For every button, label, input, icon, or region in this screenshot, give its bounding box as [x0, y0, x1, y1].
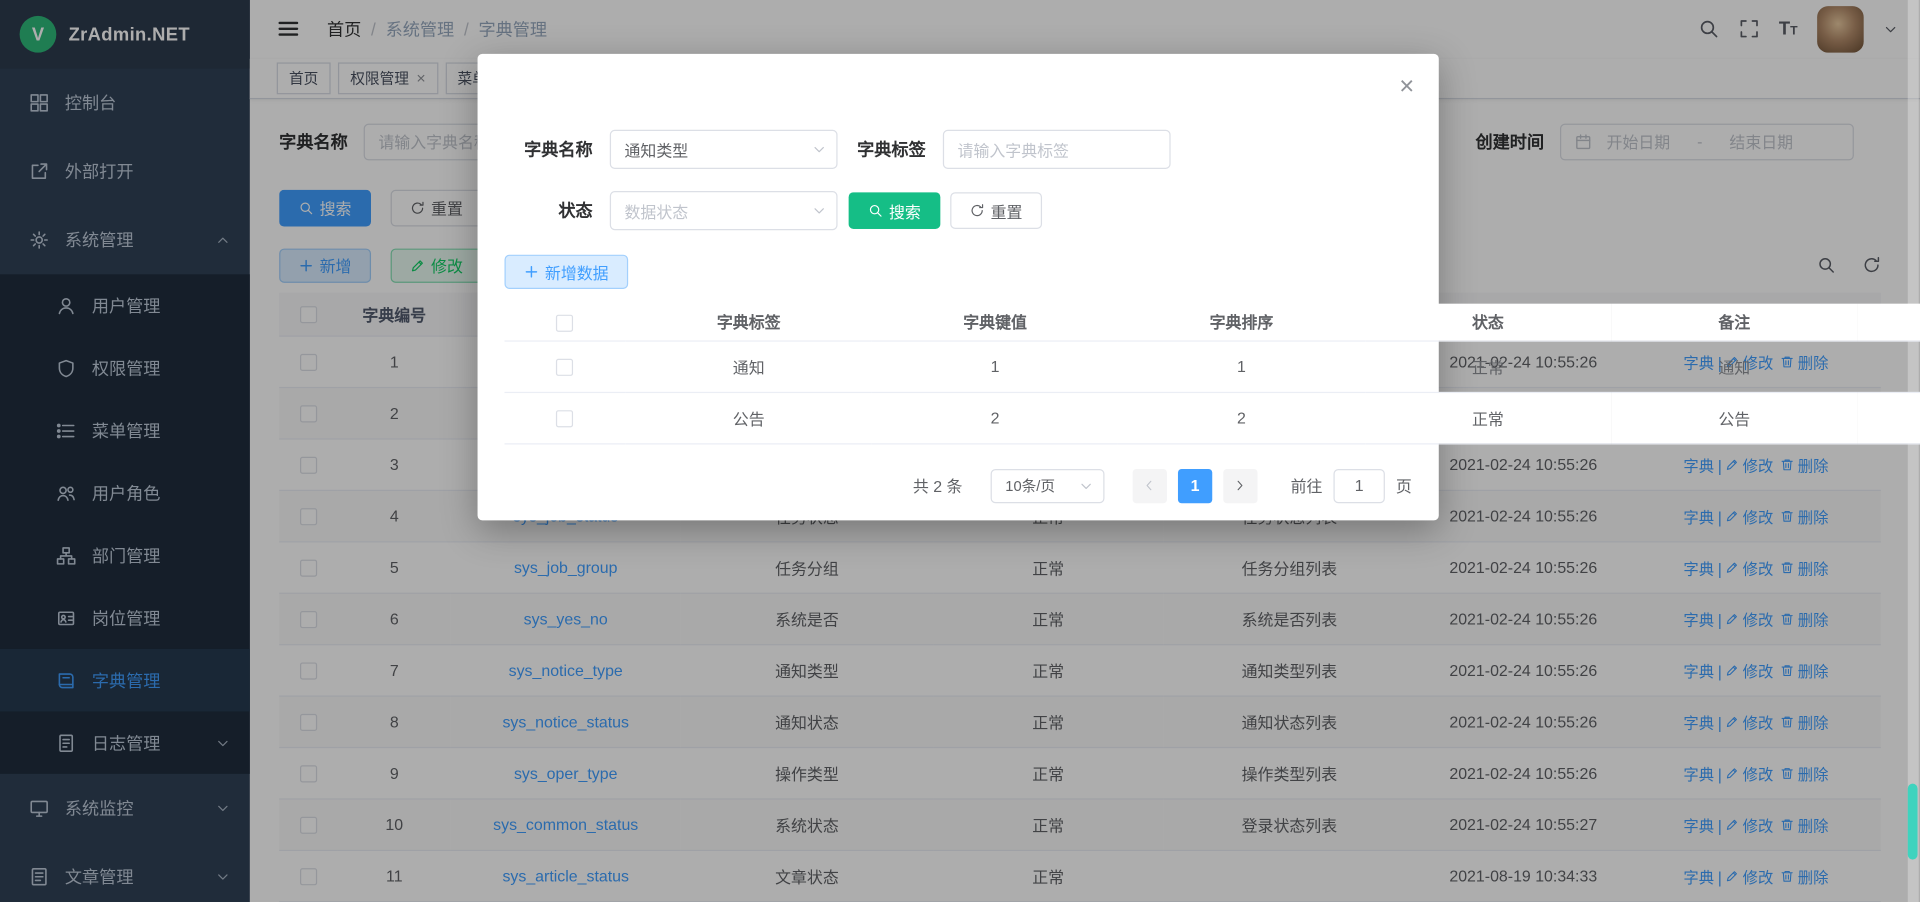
page-1-button[interactable]: 1	[1178, 468, 1212, 502]
cell-dict-value: 2	[872, 392, 1118, 443]
chevron-down-icon	[812, 142, 827, 157]
next-page-button[interactable]	[1223, 468, 1257, 502]
modal-dict-name-select[interactable]: 通知类型	[610, 130, 838, 169]
column-header: 备注	[1611, 304, 1857, 341]
app-root: V ZrAdmin.NET 控制台外部打开系统管理用户管理权限管理菜单管理用户角…	[0, 0, 1920, 902]
modal-status-label: 状态	[504, 198, 592, 222]
pagination: 共 2 条 10条/页 1 前往 1 页	[504, 468, 1411, 502]
select-all-checkbox[interactable]	[556, 314, 573, 331]
modal-reset-button[interactable]: 重置	[950, 192, 1042, 229]
add-data-button[interactable]: 新增数据	[504, 255, 628, 289]
chevron-right-icon	[1234, 479, 1247, 492]
chevron-down-icon	[812, 203, 827, 218]
goto-page-input[interactable]: 1	[1333, 468, 1384, 502]
dict-data-dialog: × 字典名称 通知类型 字典标签 请输入字典标签 状态 数据状态	[478, 54, 1439, 521]
row-checkbox[interactable]	[556, 359, 573, 376]
table-row: 通知11正常通知编辑删除	[504, 340, 1920, 391]
dict-data-table: 字典标签字典键值字典排序状态备注操作通知11正常通知编辑删除公告22正常公告编辑…	[504, 304, 1920, 444]
cell-dict-sort: 2	[1118, 392, 1364, 443]
chevron-left-icon	[1143, 479, 1156, 492]
scrollbar-track	[1908, 0, 1919, 902]
cell-dict-label: 通知	[626, 340, 872, 391]
modal-status-select[interactable]: 数据状态	[610, 191, 838, 230]
table-row: 公告22正常公告编辑删除	[504, 392, 1920, 443]
cell-remark: 通知	[1611, 340, 1857, 391]
cell-dict-sort: 1	[1118, 340, 1364, 391]
search-icon	[868, 203, 883, 218]
modal-dict-label-input[interactable]: 请输入字典标签	[943, 130, 1171, 169]
refresh-icon	[970, 203, 985, 218]
close-icon[interactable]: ×	[1399, 73, 1414, 99]
table-header-row: 字典标签字典键值字典排序状态备注操作	[504, 304, 1920, 341]
pagination-total: 共 2 条	[913, 474, 963, 497]
cell-dict-label: 公告	[626, 392, 872, 443]
dialog-filter-form: 字典名称 通知类型 字典标签 请输入字典标签 状态 数据状态 搜索	[504, 54, 1411, 230]
cell-status: 正常	[1365, 392, 1611, 443]
row-checkbox[interactable]	[556, 410, 573, 427]
column-header: 状态	[1365, 304, 1611, 341]
modal-dict-label-label: 字典标签	[857, 137, 926, 161]
scrollbar-thumb[interactable]	[1908, 784, 1918, 860]
plus-icon	[524, 264, 539, 279]
modal-dict-name-label: 字典名称	[504, 137, 592, 161]
selected-dict-name: 通知类型	[624, 138, 688, 161]
chevron-down-icon	[1079, 478, 1094, 493]
prev-page-button[interactable]	[1133, 468, 1167, 502]
cell-remark: 公告	[1611, 392, 1857, 443]
cell-status: 正常	[1365, 340, 1611, 391]
page-unit-label: 页	[1396, 474, 1412, 497]
goto-label: 前往	[1291, 474, 1323, 497]
page-size-select[interactable]: 10条/页	[991, 468, 1105, 502]
column-header: 操作	[1857, 304, 1920, 341]
cell-dict-value: 1	[872, 340, 1118, 391]
column-header: 字典标签	[626, 304, 872, 341]
modal-search-button[interactable]: 搜索	[849, 192, 941, 229]
column-header: 字典键值	[872, 304, 1118, 341]
column-header: 字典排序	[1118, 304, 1364, 341]
